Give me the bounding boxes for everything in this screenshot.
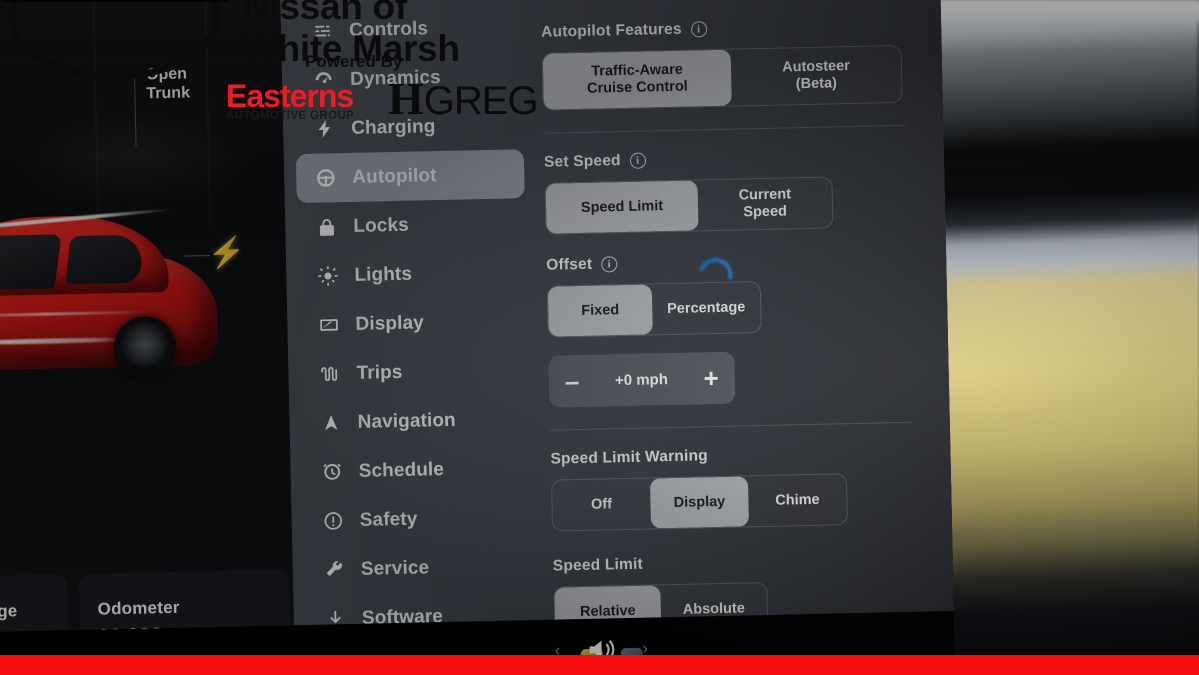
sidebar-item-safety[interactable]: Safety	[303, 492, 532, 546]
sidebar-item-autopilot[interactable]: Autopilot	[295, 149, 525, 204]
nissan-logo-ring	[8, 0, 220, 80]
nissan-logo-bar	[2, 0, 228, 2]
car-model-render[interactable]	[0, 207, 229, 405]
offset-decrement-button[interactable]: –	[564, 366, 579, 396]
speed-limit-warning-heading: Speed Limit Warning	[550, 443, 912, 469]
settings-sheet: Profile	[279, 0, 956, 675]
divider-2	[549, 421, 912, 431]
info-icon[interactable]: i	[601, 256, 618, 273]
steering-wheel-icon	[314, 167, 336, 189]
sidebar-item-navigation[interactable]: Navigation	[301, 394, 530, 448]
navigation-arrow-icon	[319, 412, 341, 434]
slw-option-chime[interactable]: Chime	[748, 474, 847, 526]
speed-limit-warning-segmented[interactable]: Off Display Chime	[550, 473, 849, 532]
car-window-rear	[65, 234, 145, 285]
sidebar-label-locks: Locks	[353, 214, 410, 237]
autopilot-settings-panel: Autopilot Features i Traffic-Aware Cruis…	[532, 0, 955, 674]
hgreg-h-mark: H	[388, 73, 424, 124]
offset-value: +0 mph	[614, 370, 669, 389]
offset-option-fixed[interactable]: Fixed	[547, 284, 653, 337]
sidebar-label-service: Service	[360, 556, 430, 580]
easterns-subtitle: AUTOMOTIVE GROUP	[226, 110, 355, 122]
car-rear-wheel	[113, 315, 177, 380]
set-speed-title: Set Speed	[543, 152, 621, 171]
info-icon[interactable]: i	[690, 21, 707, 38]
windshield-glare	[930, 0, 1199, 22]
sidebar-item-lights[interactable]: Lights	[298, 247, 527, 301]
charge-card-title: Charge	[0, 601, 18, 622]
slw-option-display[interactable]: Display	[649, 476, 750, 529]
easterns-automotive-logo: Easterns AUTOMOTIVE GROUP	[226, 80, 371, 122]
sidebar-label-trips: Trips	[356, 361, 403, 384]
sidebar-label-display: Display	[355, 311, 425, 335]
speed-limit-title: Speed Limit	[552, 555, 644, 575]
lock-icon	[315, 216, 337, 238]
exclamation-circle-icon	[322, 510, 344, 532]
offset-segmented[interactable]: Fixed Percentage	[546, 281, 762, 338]
sidebar-item-schedule[interactable]: Schedule	[302, 443, 531, 497]
offset-title: Offset	[546, 255, 593, 274]
set-speed-option-speed-limit[interactable]: Speed Limit	[545, 180, 699, 234]
clock-icon	[320, 461, 342, 483]
wrench-icon	[323, 559, 345, 581]
set-speed-segmented[interactable]: Speed Limit Current Speed	[544, 176, 834, 235]
sidebar-label-safety: Safety	[359, 508, 418, 531]
car-interior-background	[930, 0, 1199, 675]
sidebar-label-autopilot: Autopilot	[352, 164, 437, 188]
speed-limit-warning-title: Speed Limit Warning	[550, 447, 709, 468]
set-speed-heading: Set Speed i	[544, 146, 906, 172]
sidebar-item-trips[interactable]: Trips	[300, 345, 529, 399]
sidebar-label-navigation: Navigation	[357, 409, 456, 433]
bottom-red-banner	[0, 655, 1199, 675]
slw-option-off[interactable]: Off	[552, 479, 651, 531]
car-window-front	[0, 234, 62, 291]
offset-increment-button[interactable]: +	[703, 363, 719, 393]
sidebar-label-lights: Lights	[354, 263, 413, 286]
trips-icon	[318, 363, 340, 385]
set-speed-option-current-speed[interactable]: Current Speed	[697, 177, 832, 230]
odometer-card-title: Odometer	[97, 597, 180, 619]
screenshot-root: ⚡ Open Trunk Charge Odometer 23,032mi	[0, 0, 1199, 675]
display-icon	[317, 314, 339, 336]
viz-glow	[12, 108, 255, 204]
info-icon[interactable]: i	[629, 152, 646, 169]
divider-1	[543, 124, 906, 134]
sidebar-item-service[interactable]: Service	[304, 541, 533, 595]
easterns-wordmark: Easterns	[226, 78, 354, 114]
hgreg-wordmark: GREG	[423, 79, 539, 123]
sidebar-item-display[interactable]: Display	[299, 296, 528, 350]
hgreg-logo: H GREG	[388, 73, 539, 124]
sun-icon	[316, 265, 338, 287]
sidebar-item-locks[interactable]: Locks	[297, 198, 526, 252]
autopilot-feature-autosteer[interactable]: Autosteer (Beta)	[731, 46, 902, 106]
nissan-logo: NISSAN	[2, 0, 228, 86]
offset-stepper[interactable]: – +0 mph +	[548, 351, 736, 408]
powered-by-label: Powered By	[305, 52, 403, 71]
sidebar-label-schedule: Schedule	[358, 458, 445, 482]
bolt-icon[interactable]: ⚡	[208, 236, 246, 271]
